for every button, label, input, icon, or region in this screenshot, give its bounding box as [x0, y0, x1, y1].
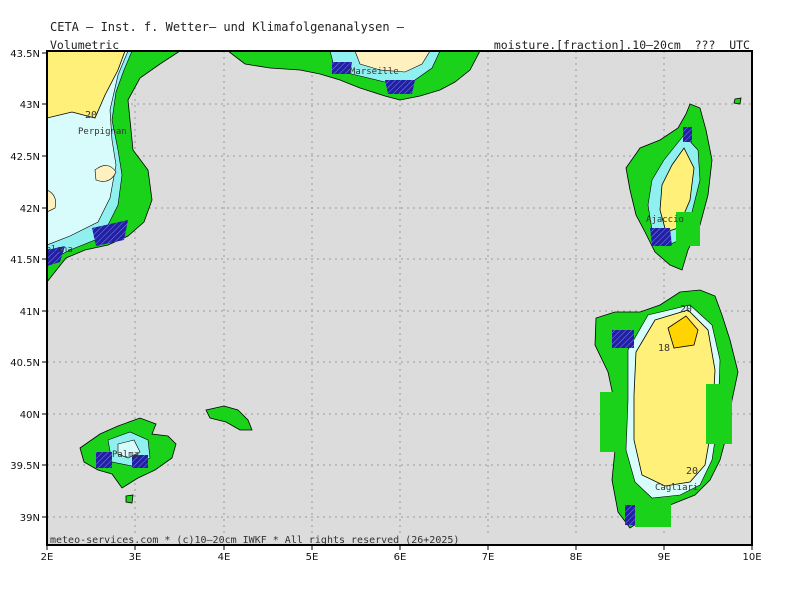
lat-tick-label: 42.5N: [10, 152, 40, 163]
place-label-perpignan: Perpignan: [78, 127, 127, 137]
latitude-axis: 43.5N 43N 42.5N 42N 41.5N 41N 40.5N 40N …: [10, 49, 47, 524]
contour-label-perpignan: 20: [85, 110, 97, 121]
lat-tick-label: 43.5N: [10, 49, 40, 60]
soil-moisture-map: Perpignan Marseille Barcelona Ajaccio Pa…: [10, 49, 762, 563]
place-label-ajaccio: Ajaccio: [646, 215, 684, 225]
lon-tick-label: 3E: [129, 552, 142, 563]
place-label-palma: Palma: [112, 450, 139, 460]
lat-tick-label: 41N: [20, 307, 40, 318]
place-label-marseille: Marseille: [350, 67, 399, 77]
lat-tick-label: 39.5N: [10, 461, 40, 472]
longitude-axis: 2E 3E 4E 5E 6E 7E 8E 9E 10E: [41, 545, 762, 563]
lon-tick-label: 7E: [482, 552, 495, 563]
place-label-barcelona: Barcelona: [24, 245, 73, 255]
lat-tick-label: 40N: [20, 410, 40, 421]
lat-tick-label: 43N: [20, 100, 40, 111]
lat-tick-label: 40.5N: [10, 358, 40, 369]
lon-tick-label: 6E: [394, 552, 407, 563]
contour-label-sardinia-south: 20: [686, 466, 698, 477]
lon-tick-label: 2E: [41, 552, 54, 563]
lon-tick-label: 9E: [658, 552, 671, 563]
contour-label-sardinia-18: 18: [658, 343, 670, 354]
capraia-islet: [733, 97, 742, 105]
lon-tick-label: 5E: [306, 552, 319, 563]
lat-tick-label: 41.5N: [10, 255, 40, 266]
contour-label-sardinia-north: 20: [680, 304, 692, 315]
cabrera-islet: [125, 494, 134, 504]
lon-tick-label: 8E: [570, 552, 583, 563]
lon-tick-label: 10E: [742, 552, 761, 563]
lon-tick-label: 4E: [218, 552, 231, 563]
lat-tick-label: 42N: [20, 204, 40, 215]
lat-tick-label: 39N: [20, 513, 40, 524]
place-label-cagliari: Cagliari: [655, 483, 698, 493]
